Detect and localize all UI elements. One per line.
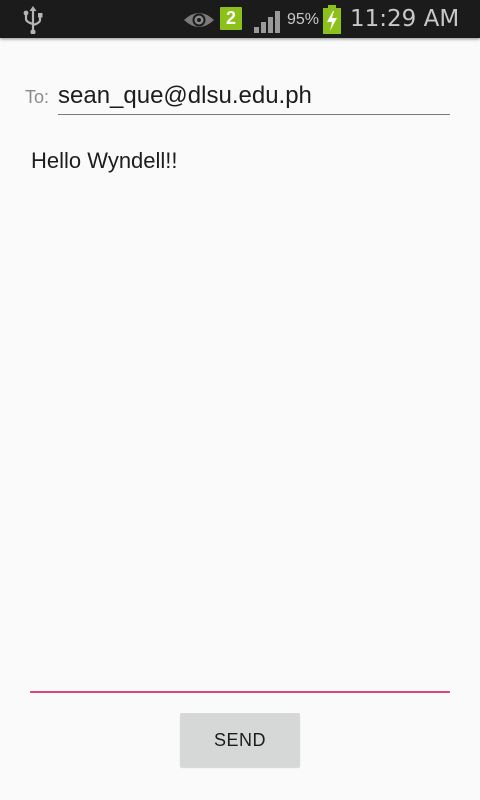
status-bar: 2 95% 11:29 AM — [0, 0, 480, 38]
send-button[interactable]: SEND — [180, 713, 300, 767]
battery-charging-icon — [323, 5, 341, 34]
usb-icon — [23, 6, 43, 34]
message-body-text: Hello Wyndell!! — [31, 148, 178, 173]
status-clock: 11:29 AM — [350, 6, 460, 32]
battery-percent: 95% — [287, 11, 320, 28]
eye-icon — [184, 13, 214, 27]
recipient-email-field[interactable]: sean_que@dlsu.edu.ph — [58, 79, 450, 115]
signal-icon — [254, 11, 280, 33]
message-body-field[interactable]: Hello Wyndell!! — [30, 140, 450, 693]
notification-count-badge: 2 — [220, 7, 242, 30]
to-label: To: — [25, 87, 50, 107]
